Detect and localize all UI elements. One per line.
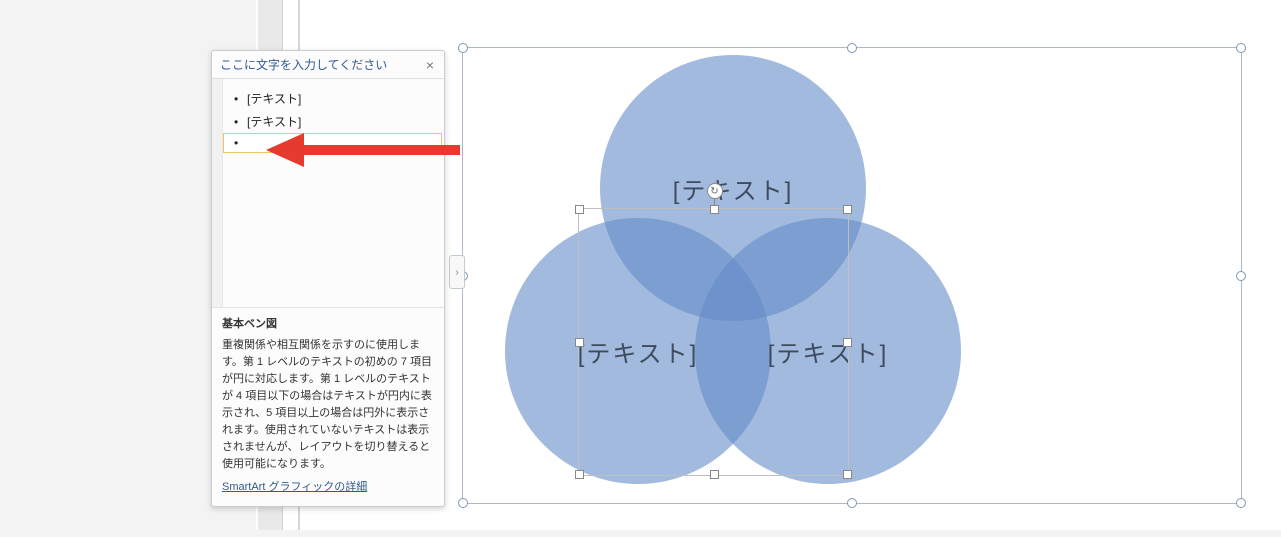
- resize-handle-tm[interactable]: [847, 43, 857, 53]
- resize-handle-mr[interactable]: [1236, 271, 1246, 281]
- resize-handle-bl[interactable]: [458, 498, 468, 508]
- shape-handle-mr[interactable]: [843, 338, 852, 347]
- shape-handle-tl[interactable]: [575, 205, 584, 214]
- rotate-icon: ↻: [710, 186, 718, 197]
- shape-handle-bm[interactable]: [710, 470, 719, 479]
- shape-handle-bl[interactable]: [575, 470, 584, 479]
- shape-handle-br[interactable]: [843, 470, 852, 479]
- shape-handle-tr[interactable]: [843, 205, 852, 214]
- vertical-ruler-margin-top: [258, 0, 282, 50]
- desc-body: 重複関係や相互関係を示すのに使用します。第 1 レベルのテキストの初めの 7 項…: [222, 337, 434, 473]
- textpane-titlebar[interactable]: ここに文字を入力してください ×: [212, 51, 444, 79]
- textpane-toggle-tab[interactable]: ›: [449, 255, 465, 289]
- shape-handle-ml[interactable]: [575, 338, 584, 347]
- textpane-item-label: [テキスト]: [247, 90, 301, 107]
- textpane-gutter: [212, 79, 223, 307]
- shape-selection[interactable]: ↻: [578, 208, 849, 476]
- resize-handle-tl[interactable]: [458, 43, 468, 53]
- smartart-details-link[interactable]: SmartArt グラフィックの詳細: [222, 479, 367, 496]
- textpane-item-active[interactable]: [223, 133, 442, 153]
- textpane-item[interactable]: [テキスト]: [223, 87, 442, 110]
- resize-handle-br[interactable]: [1236, 498, 1246, 508]
- shape-handle-tm[interactable]: [710, 205, 719, 214]
- resize-handle-bm[interactable]: [847, 498, 857, 508]
- textpane-item[interactable]: [テキスト]: [223, 110, 442, 133]
- smartart-text-pane[interactable]: ここに文字を入力してください × [テキスト] [テキスト] 基本ベン図 重複関…: [211, 50, 445, 507]
- textpane-description: 基本ベン図 重複関係や相互関係を示すのに使用します。第 1 レベルのテキストの初…: [212, 308, 444, 506]
- rotate-handle[interactable]: ↻: [707, 183, 723, 199]
- app-gutter-bottom: [0, 530, 1281, 537]
- desc-heading: 基本ベン図: [222, 316, 434, 333]
- textpane-title: ここに文字を入力してください: [220, 56, 387, 73]
- resize-handle-tr[interactable]: [1236, 43, 1246, 53]
- chevron-right-icon: ›: [455, 267, 458, 278]
- textpane-list[interactable]: [テキスト] [テキスト]: [223, 79, 444, 307]
- textpane-item-label: [テキスト]: [247, 113, 301, 130]
- textpane-input[interactable]: [247, 136, 436, 150]
- close-icon[interactable]: ×: [424, 58, 436, 72]
